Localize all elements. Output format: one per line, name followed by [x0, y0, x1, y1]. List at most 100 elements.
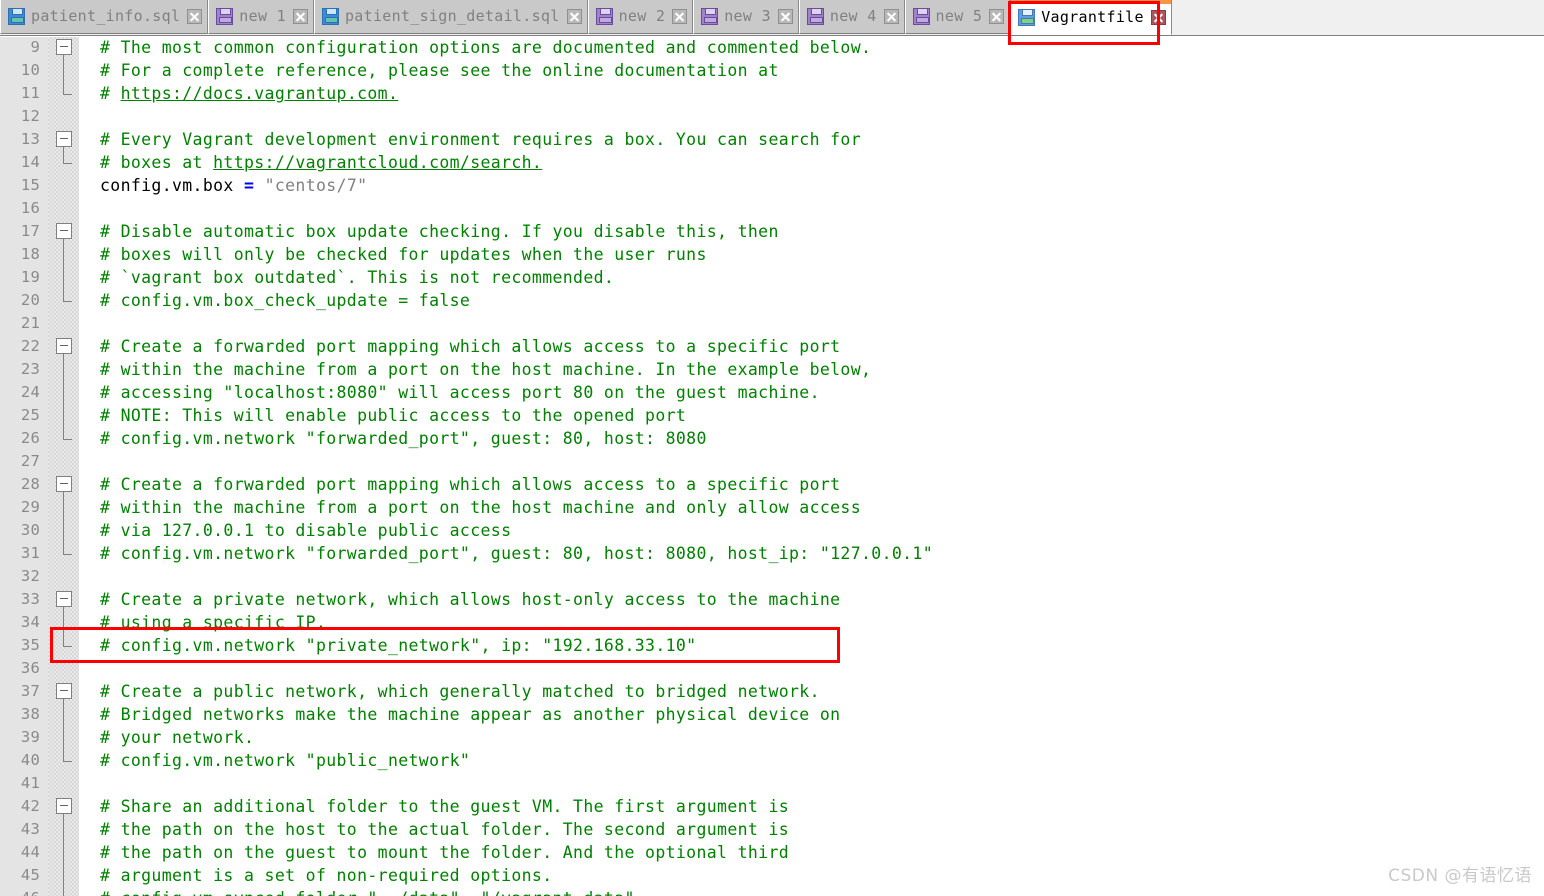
code-line-text: # Create a private network, which allows…: [100, 590, 841, 609]
code-line[interactable]: [79, 312, 1544, 335]
fold-collapse-icon[interactable]: [56, 591, 72, 607]
fold-collapse-icon[interactable]: [56, 683, 72, 699]
close-icon[interactable]: [672, 9, 688, 24]
code-line[interactable]: [79, 565, 1544, 588]
line-number: 29: [20, 498, 40, 516]
code-line[interactable]: # config.vm.network "public_network": [79, 749, 1544, 772]
code-line[interactable]: # boxes will only be checked for updates…: [79, 243, 1544, 266]
fold-collapse-icon[interactable]: [56, 223, 72, 239]
fold-end-marker: [63, 301, 72, 302]
code-line[interactable]: # config.vm.network "forwarded_port", gu…: [79, 542, 1544, 565]
code-line[interactable]: # Share an additional folder to the gues…: [79, 795, 1544, 818]
code-line[interactable]: # The most common configuration options …: [79, 37, 1544, 59]
code-line[interactable]: # https://docs.vagrantup.com.: [79, 82, 1544, 105]
fold-collapse-icon[interactable]: [56, 131, 72, 147]
code-line-text: # config.vm.network "private_network", i…: [100, 636, 697, 655]
code-line[interactable]: # the path on the guest to mount the fol…: [79, 841, 1544, 864]
code-line[interactable]: # Create a forwarded port mapping which …: [79, 335, 1544, 358]
tab-new-2[interactable]: new 2: [587, 0, 694, 34]
code-line[interactable]: # argument is a set of non-required opti…: [79, 864, 1544, 887]
fold-collapse-icon[interactable]: [56, 476, 72, 492]
tab-vagrantfile[interactable]: Vagrantfile: [1010, 0, 1172, 35]
code-line[interactable]: # Bridged networks make the machine appe…: [79, 703, 1544, 726]
code-line[interactable]: # For a complete reference, please see t…: [79, 59, 1544, 82]
code-line[interactable]: # within the machine from a port on the …: [79, 496, 1544, 519]
code-editor[interactable]: # The most common configuration options …: [0, 37, 1544, 896]
line-number: 16: [20, 199, 40, 217]
fold-line: [63, 634, 64, 646]
tab-patient-info-sql[interactable]: patient_info.sql: [0, 0, 209, 34]
code-text-area[interactable]: # The most common configuration options …: [79, 37, 1544, 896]
line-number: 25: [20, 406, 40, 424]
code-line[interactable]: [79, 105, 1544, 128]
tab-new-1[interactable]: new 1: [208, 0, 314, 34]
code-line[interactable]: # Every Vagrant development environment …: [79, 128, 1544, 151]
code-line[interactable]: # config.vm.box_check_update = false: [79, 289, 1544, 312]
tab-new-5[interactable]: new 5: [904, 0, 1011, 34]
fold-line: [63, 358, 64, 381]
floppy-disk-unsaved-icon: [701, 8, 719, 25]
line-number: 42: [20, 797, 40, 815]
code-line-text: # accessing "localhost:8080" will access…: [100, 383, 820, 402]
code-line[interactable]: config.vm.box = "centos/7": [79, 174, 1544, 197]
fold-line: [63, 243, 64, 266]
code-line[interactable]: # config.vm.network "forwarded_port", gu…: [79, 427, 1544, 450]
code-line[interactable]: # using a specific IP.: [79, 611, 1544, 634]
line-number: 32: [20, 567, 40, 585]
code-line[interactable]: # within the machine from a port on the …: [79, 358, 1544, 381]
code-line-text: # https://docs.vagrantup.com.: [100, 84, 399, 103]
line-number: 13: [20, 130, 40, 148]
tab-label: Vagrantfile: [1041, 7, 1144, 26]
fold-collapse-icon[interactable]: [56, 338, 72, 354]
close-icon[interactable]: [1150, 9, 1166, 25]
close-icon[interactable]: [989, 9, 1005, 24]
code-line[interactable]: # NOTE: This will enable public access t…: [79, 404, 1544, 427]
code-line[interactable]: [79, 657, 1544, 680]
code-line[interactable]: # config.vm.network "private_network", i…: [79, 634, 1544, 657]
code-line[interactable]: # Create a forwarded port mapping which …: [79, 473, 1544, 496]
code-line-text: # Create a forwarded port mapping which …: [100, 337, 841, 356]
fold-line: [63, 542, 64, 554]
code-line-text: # the path on the host to the actual fol…: [100, 820, 790, 839]
code-line[interactable]: [79, 197, 1544, 220]
close-icon[interactable]: [187, 9, 203, 24]
close-icon[interactable]: [777, 9, 793, 24]
code-line[interactable]: # accessing "localhost:8080" will access…: [79, 381, 1544, 404]
fold-line: [63, 59, 64, 82]
code-line[interactable]: [79, 772, 1544, 795]
line-number: 45: [20, 866, 40, 884]
line-number: 46: [0, 887, 40, 896]
code-line-text: # Share an additional folder to the gues…: [100, 797, 790, 816]
tab-patient-sign-detail-sql[interactable]: patient_sign_detail.sql: [313, 0, 588, 34]
tab-label: patient_sign_detail.sql: [344, 7, 560, 25]
fold-line: [63, 404, 64, 427]
code-line[interactable]: [79, 450, 1544, 473]
code-line[interactable]: # Disable automatic box update checking.…: [79, 220, 1544, 243]
line-number: 22: [20, 337, 40, 355]
code-line[interactable]: # via 127.0.0.1 to disable public access: [79, 519, 1544, 542]
tab-new-3[interactable]: new 3: [693, 0, 799, 34]
fold-collapse-icon[interactable]: [56, 798, 72, 814]
code-line-text: # Disable automatic box update checking.…: [100, 222, 779, 241]
tab-label: new 1: [239, 7, 286, 25]
code-line[interactable]: # Create a public network, which general…: [79, 680, 1544, 703]
close-icon[interactable]: [292, 9, 308, 24]
code-line-text: # boxes at https://vagrantcloud.com/sear…: [100, 153, 543, 172]
code-line[interactable]: # your network.: [79, 726, 1544, 749]
tab-new-4[interactable]: new 4: [798, 0, 905, 34]
fold-end-marker: [63, 761, 72, 762]
code-line-text: # Create a public network, which general…: [100, 682, 820, 701]
fold-collapse-icon[interactable]: [56, 39, 72, 55]
code-line[interactable]: # Create a private network, which allows…: [79, 588, 1544, 611]
code-line[interactable]: # `vagrant box outdated`. This is not re…: [79, 266, 1544, 289]
close-icon[interactable]: [566, 9, 582, 24]
line-number: 27: [20, 452, 40, 470]
code-line[interactable]: # the path on the host to the actual fol…: [79, 818, 1544, 841]
close-icon[interactable]: [883, 9, 899, 24]
code-line-text: # config.vm.box_check_update = false: [100, 291, 471, 310]
code-line-text: # NOTE: This will enable public access t…: [100, 406, 687, 425]
code-line[interactable]: # config.vm.synced_folder "../data", "/v…: [79, 887, 1544, 896]
code-folding-column[interactable]: [48, 37, 79, 896]
code-line[interactable]: # boxes at https://vagrantcloud.com/sear…: [79, 151, 1544, 174]
line-number: 40: [20, 751, 40, 769]
